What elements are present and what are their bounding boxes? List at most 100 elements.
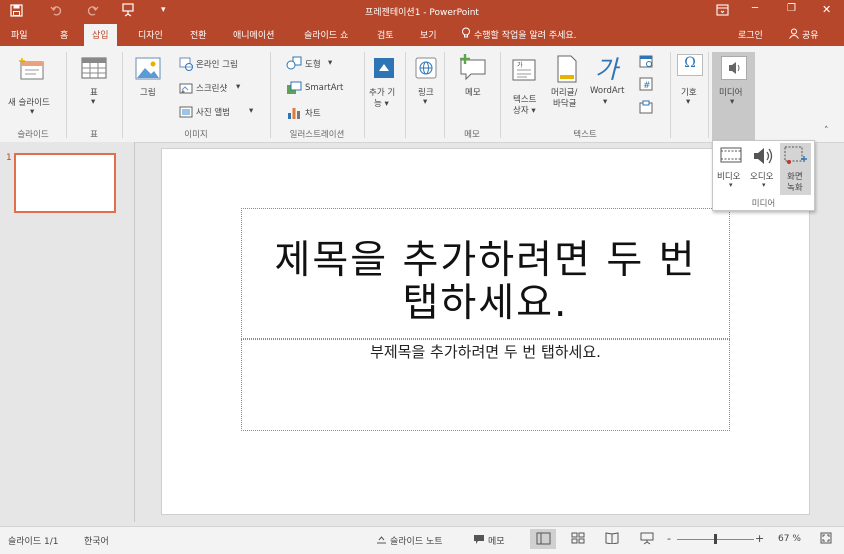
new-slide-dropdown-icon[interactable]: ▾ <box>30 107 34 117</box>
zoom-slider[interactable] <box>677 534 754 544</box>
screenshot-dropdown-icon[interactable]: ▾ <box>236 82 240 92</box>
reading-view-icon[interactable] <box>605 532 619 547</box>
title-placeholder-text: 제목을 추가하려면 두 번 탭하세요. <box>274 238 697 326</box>
tab-file[interactable]: 파일 <box>11 28 28 41</box>
share-button[interactable]: 공유 <box>802 28 819 41</box>
media-icon-frame <box>721 56 747 80</box>
tab-design[interactable]: 디자인 <box>138 28 163 41</box>
tab-review[interactable]: 검토 <box>377 28 394 41</box>
zoom-in-button[interactable]: + <box>755 532 764 545</box>
group-slides: 슬라이드 <box>17 130 49 140</box>
header-footer-icon[interactable] <box>556 55 578 86</box>
normal-view-button[interactable] <box>530 529 556 549</box>
group-media: 미디어 <box>751 199 776 209</box>
online-pictures-icon[interactable] <box>179 57 193 74</box>
slide-sorter-icon[interactable] <box>571 532 585 547</box>
smartart-label[interactable]: SmartArt <box>305 83 343 93</box>
tab-home[interactable]: 홈 <box>60 28 68 41</box>
header-footer-label-line2[interactable]: 바닥글 <box>553 97 576 109</box>
textbox-icon-glyph: 가 <box>517 61 523 69</box>
zoom-slider-thumb[interactable] <box>714 534 717 544</box>
pane-splitter[interactable] <box>134 142 135 522</box>
zoom-out-button[interactable]: - <box>667 532 671 545</box>
link-dropdown-icon[interactable]: ▾ <box>423 97 427 107</box>
speaker-icon <box>729 62 740 74</box>
online-pictures-label[interactable]: 온라인 그림 <box>196 58 238 70</box>
svg-text:#: # <box>643 81 651 91</box>
table-icon[interactable] <box>80 56 108 83</box>
group-text: 텍스트 <box>573 130 597 140</box>
media-dropdown-icon: ▾ <box>730 97 735 107</box>
tab-insert[interactable]: 삽입 <box>84 24 117 46</box>
language-indicator[interactable]: 한국어 <box>84 534 109 547</box>
wordart-dropdown-icon[interactable]: ▾ <box>603 97 607 107</box>
minimize-button[interactable]: ─ <box>752 3 758 14</box>
person-icon <box>789 28 800 42</box>
new-slide-label[interactable]: 새 슬라이드 <box>8 96 50 108</box>
photo-album-icon[interactable] <box>179 105 193 122</box>
symbols-dropdown-icon[interactable]: ▾ <box>686 97 690 107</box>
pictures-label[interactable]: 그림 <box>140 86 156 98</box>
textbox-icon[interactable]: 가 <box>511 58 537 85</box>
new-slide-icon[interactable] <box>18 56 46 87</box>
object-icon[interactable] <box>639 100 653 117</box>
link-icon[interactable] <box>414 56 438 83</box>
screen-recording-button[interactable]: 화면 녹화 <box>780 143 811 195</box>
table-dropdown-icon[interactable]: ▾ <box>91 97 95 107</box>
media-button[interactable]: 미디어 ▾ <box>712 52 755 141</box>
maximize-button[interactable]: ❐ <box>787 3 796 14</box>
comment-icon[interactable] <box>458 53 488 84</box>
tell-me-search[interactable]: 수행할 작업을 알려 주세요. <box>474 28 577 41</box>
tab-view[interactable]: 보기 <box>420 28 437 41</box>
normal-view-icon <box>536 532 551 545</box>
title-placeholder[interactable]: 제목을 추가하려면 두 번 탭하세요. <box>241 208 730 339</box>
slide-number-icon[interactable]: # <box>639 77 653 94</box>
subtitle-placeholder[interactable]: 부제목을 추가하려면 두 번 탭하세요. <box>241 339 730 431</box>
video-dropdown-icon[interactable]: ▾ <box>729 181 733 189</box>
photo-album-dropdown-icon[interactable]: ▾ <box>249 106 253 116</box>
smartart-icon[interactable] <box>286 81 302 98</box>
thumbnail-pane: 1 <box>0 142 134 522</box>
slide-number: 1 <box>6 153 12 163</box>
audio-dropdown-icon[interactable]: ▾ <box>762 181 766 189</box>
addins-label-line2[interactable]: 능 ▾ <box>374 97 389 109</box>
fit-to-window-icon[interactable] <box>820 532 832 547</box>
shapes-label[interactable]: 도형 <box>305 58 321 70</box>
notes-button[interactable]: 슬라이드 노트 <box>390 534 443 547</box>
screenshot-icon[interactable] <box>179 81 193 98</box>
separator <box>708 52 709 138</box>
collapse-ribbon-icon[interactable]: ˄ <box>824 126 829 136</box>
shapes-dropdown-icon[interactable]: ▾ <box>328 58 332 68</box>
chart-label[interactable]: 차트 <box>305 107 321 119</box>
audio-icon[interactable] <box>751 145 775 170</box>
addins-icon[interactable] <box>372 56 396 83</box>
screenshot-label[interactable]: 스크린샷 <box>196 82 227 94</box>
chart-icon[interactable] <box>286 106 302 123</box>
close-button[interactable]: ✕ <box>822 3 831 16</box>
ribbon-display-icon[interactable] <box>716 4 729 19</box>
textbox-label-line2-text: 상자 <box>513 106 529 116</box>
title-bar: ▾ 프레젠테이션1 - PowerPoint ─ ❐ ✕ <box>0 0 844 22</box>
separator <box>122 52 123 138</box>
textbox-label-line2[interactable]: 상자 ▾ <box>513 104 536 116</box>
tab-animations[interactable]: 애니메이션 <box>233 28 274 41</box>
wordart-icon[interactable]: 가 <box>595 50 618 86</box>
shapes-icon[interactable] <box>286 56 302 73</box>
picture-icon[interactable] <box>134 55 162 86</box>
tab-transitions[interactable]: 전환 <box>190 28 207 41</box>
comment-label[interactable]: 메모 <box>465 86 481 98</box>
video-icon[interactable] <box>720 146 742 167</box>
tab-slideshow[interactable]: 슬라이드 쇼 <box>304 28 348 41</box>
zoom-level[interactable]: 67 % <box>778 534 801 544</box>
comments-button[interactable]: 메모 <box>488 534 505 547</box>
group-images: 이미지 <box>184 130 208 140</box>
symbol-icon[interactable]: Ω <box>677 54 703 76</box>
separator <box>500 52 501 138</box>
slide-thumbnail[interactable] <box>14 153 116 213</box>
slideshow-view-icon[interactable] <box>640 532 654 548</box>
signin-link[interactable]: 로그인 <box>738 28 763 41</box>
photo-album-label[interactable]: 사진 앨범 <box>196 106 230 118</box>
date-time-icon[interactable] <box>639 54 653 71</box>
wordart-label[interactable]: WordArt <box>590 86 625 96</box>
subtitle-placeholder-text: 부제목을 추가하려면 두 번 탭하세요. <box>370 343 601 361</box>
